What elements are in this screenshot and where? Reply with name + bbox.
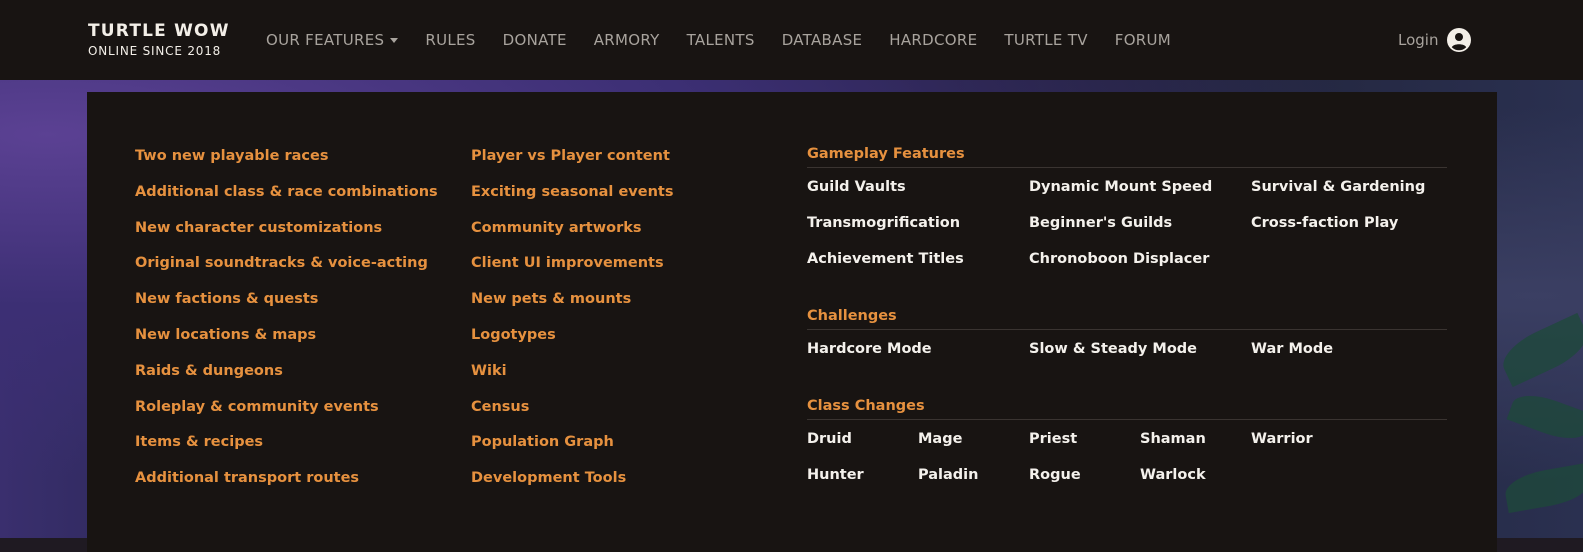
class-changes-section: Class Changes Druid Mage Priest Shaman W… (807, 395, 1447, 483)
nav-label: OUR FEATURES (266, 31, 385, 49)
section-title: Gameplay Features (807, 143, 1447, 168)
challenges-section: Challenges Hardcore Mode Slow & Steady M… (807, 305, 1447, 357)
nav-hardcore[interactable]: HARDCORE (889, 31, 977, 49)
feature-link[interactable]: Additional transport routes (135, 465, 438, 501)
gameplay-link[interactable]: Cross-faction Play (1251, 213, 1398, 233)
feature-link[interactable]: Community artworks (471, 215, 673, 251)
gameplay-link[interactable]: Guild Vaults (807, 177, 906, 197)
feature-link[interactable]: Additional class & race combinations (135, 179, 438, 215)
top-navbar: TURTLE WOW ONLINE SINCE 2018 OUR FEATURE… (0, 0, 1583, 80)
nav-turtle-tv[interactable]: TURTLE TV (1004, 31, 1087, 49)
gameplay-link[interactable]: Beginner's Guilds (1029, 213, 1172, 233)
feature-link[interactable]: Player vs Player content (471, 143, 673, 179)
challenge-link[interactable]: Hardcore Mode (807, 339, 932, 359)
gameplay-link[interactable]: Transmogrification (807, 213, 960, 233)
login-label: Login (1398, 31, 1439, 49)
gameplay-link[interactable]: Achievement Titles (807, 249, 964, 269)
class-link[interactable]: Mage (918, 429, 962, 449)
feature-link[interactable]: New pets & mounts (471, 286, 673, 322)
feature-link[interactable]: Raids & dungeons (135, 358, 438, 394)
nav-armory[interactable]: ARMORY (594, 31, 660, 49)
main-nav: OUR FEATURES RULES DONATE ARMORY TALENTS… (266, 31, 1171, 49)
features-column-2: Player vs Player content Exciting season… (471, 143, 673, 501)
class-link[interactable]: Rogue (1029, 465, 1081, 485)
nav-database[interactable]: DATABASE (782, 31, 863, 49)
nav-donate[interactable]: DONATE (503, 31, 567, 49)
class-link[interactable]: Warlock (1140, 465, 1206, 485)
feature-link[interactable]: New locations & maps (135, 322, 438, 358)
brand-subtitle: ONLINE SINCE 2018 (88, 44, 222, 58)
gameplay-features-section: Gameplay Features Guild Vaults Dynamic M… (807, 143, 1447, 267)
nav-forum[interactable]: FORUM (1115, 31, 1171, 49)
site-logo[interactable]: TURTLE WOW ONLINE SINCE 2018 (88, 21, 230, 58)
section-title: Challenges (807, 305, 1447, 330)
class-link[interactable]: Warrior (1251, 429, 1313, 449)
feature-link[interactable]: Wiki (471, 358, 673, 394)
gameplay-link[interactable]: Dynamic Mount Speed (1029, 177, 1212, 197)
feature-link[interactable]: Items & recipes (135, 429, 438, 465)
class-link[interactable]: Hunter (807, 465, 864, 485)
feature-link[interactable]: New character customizations (135, 215, 438, 251)
class-link[interactable]: Druid (807, 429, 852, 449)
feature-link[interactable]: Logotypes (471, 322, 673, 358)
challenge-link[interactable]: War Mode (1251, 339, 1333, 359)
feature-link[interactable]: Client UI improvements (471, 250, 673, 286)
feature-link[interactable]: Roleplay & community events (135, 394, 438, 430)
section-title: Class Changes (807, 395, 1447, 420)
feature-link[interactable]: Two new playable races (135, 143, 438, 179)
nav-rules[interactable]: RULES (425, 31, 475, 49)
features-dropdown-panel: Two new playable races Additional class … (87, 92, 1497, 552)
brand-title: TURTLE WOW (88, 21, 230, 41)
feature-link[interactable]: Development Tools (471, 465, 673, 501)
feature-link[interactable]: New factions & quests (135, 286, 438, 322)
challenge-link[interactable]: Slow & Steady Mode (1029, 339, 1197, 359)
nav-our-features[interactable]: OUR FEATURES (266, 31, 399, 49)
login-button[interactable]: Login (1398, 28, 1472, 52)
class-link[interactable]: Paladin (918, 465, 978, 485)
gameplay-link[interactable]: Survival & Gardening (1251, 177, 1425, 197)
user-circle-icon (1447, 28, 1472, 52)
nav-talents[interactable]: TALENTS (687, 31, 755, 49)
class-link[interactable]: Priest (1029, 429, 1077, 449)
chevron-down-icon (390, 37, 399, 43)
feature-link[interactable]: Census (471, 394, 673, 430)
feature-link[interactable]: Original soundtracks & voice-acting (135, 250, 438, 286)
class-link[interactable]: Shaman (1140, 429, 1206, 449)
gameplay-link[interactable]: Chronoboon Displacer (1029, 249, 1209, 269)
features-column-1: Two new playable races Additional class … (135, 143, 438, 501)
feature-link[interactable]: Exciting seasonal events (471, 179, 673, 215)
feature-link[interactable]: Population Graph (471, 429, 673, 465)
